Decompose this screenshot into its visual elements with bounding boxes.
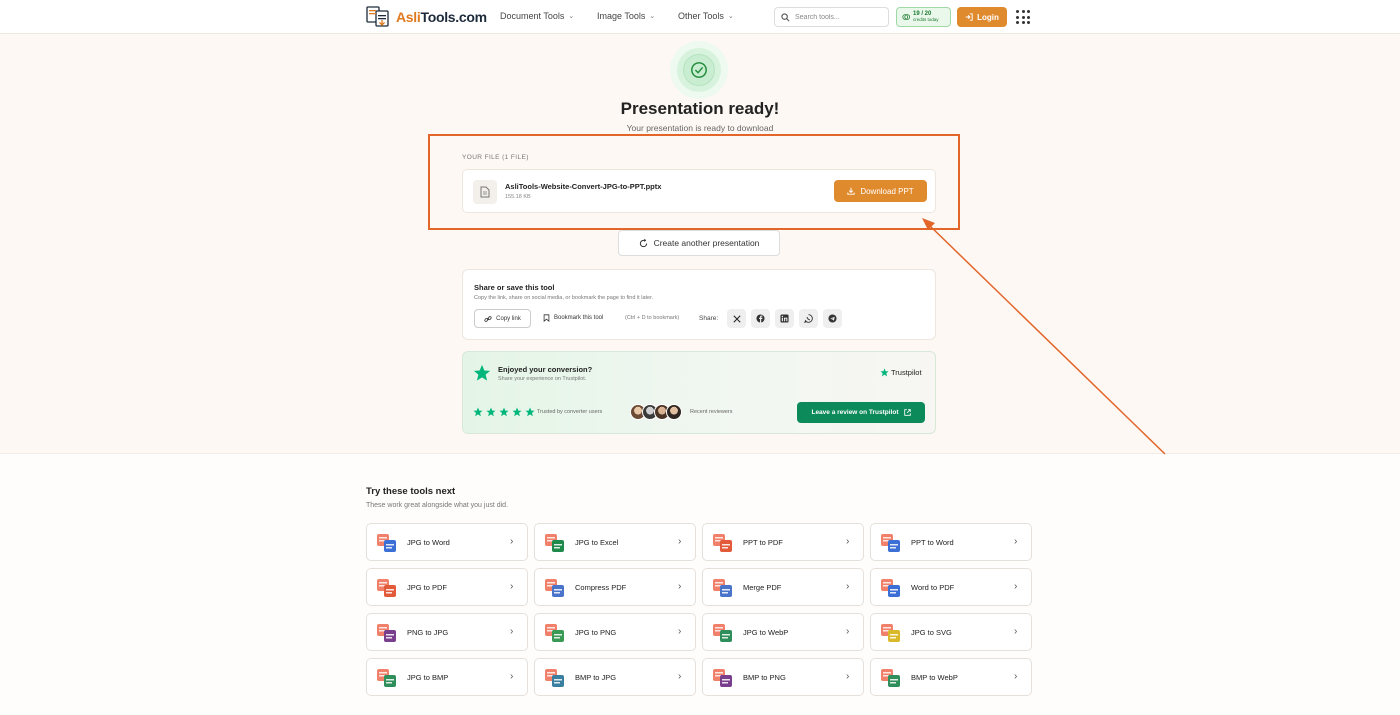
annotation-arrow: [922, 218, 1166, 455]
